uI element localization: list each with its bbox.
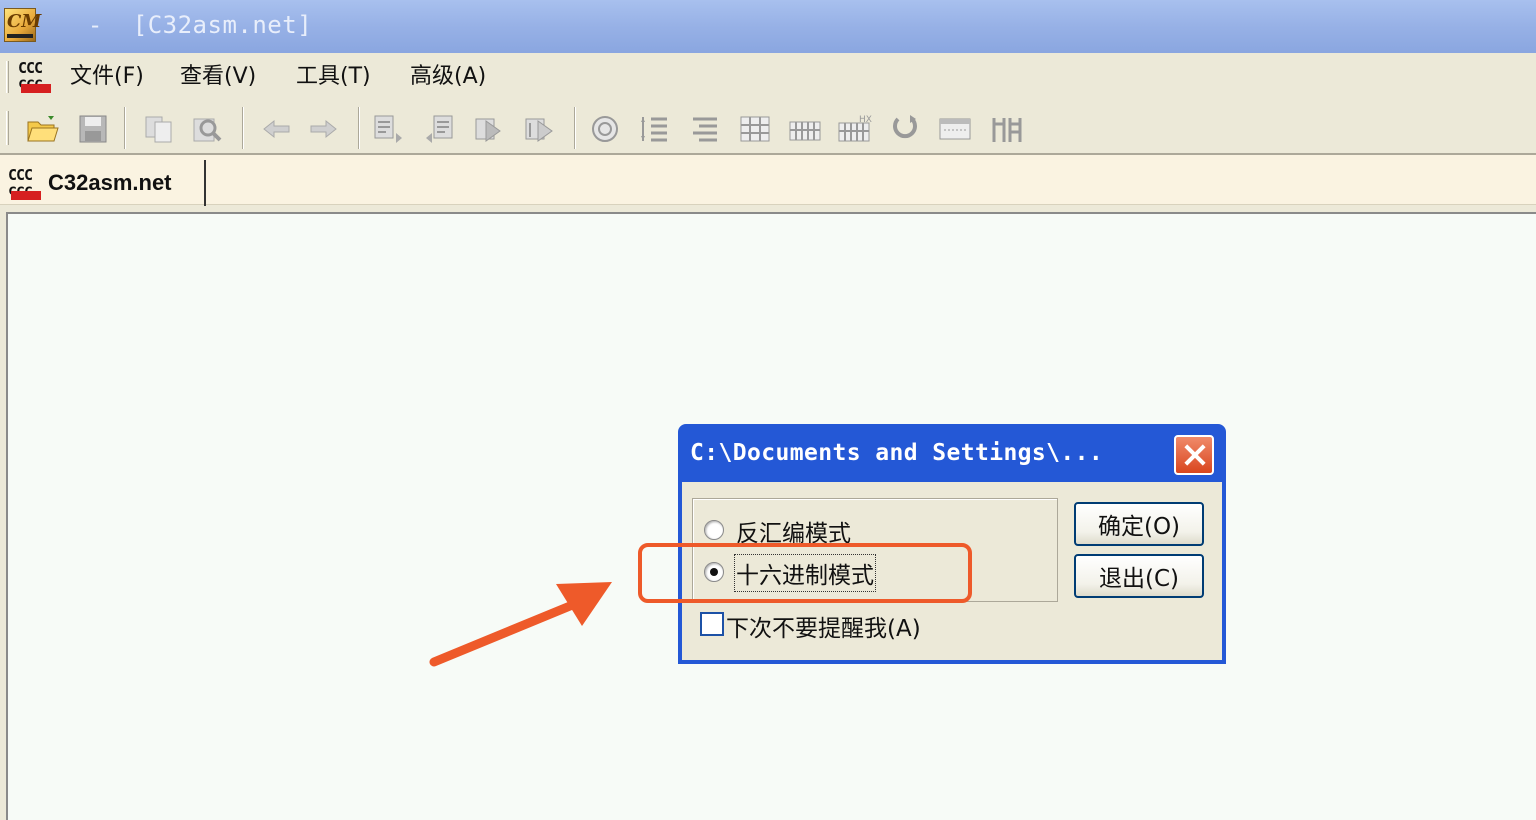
goto-icon[interactable]: [370, 111, 408, 147]
back-arrow-icon[interactable]: [258, 111, 296, 147]
screen: CM - [C32asm.net] CCC ccc 文件(F) 查看(V) 工具(…: [0, 0, 1536, 820]
columns-icon[interactable]: [988, 111, 1026, 147]
dont-remind-label[interactable]: 下次不要提醒我(A): [726, 609, 921, 643]
close-icon[interactable]: [1174, 435, 1214, 475]
menu-bar: CCC ccc 文件(F) 查看(V) 工具(T) 高级(A): [0, 53, 1536, 101]
window-title-bar: CM - [C32asm.net]: [0, 0, 1536, 53]
menu-view[interactable]: 查看(V): [180, 63, 256, 91]
toolbar-separator: [124, 107, 126, 149]
toolbar-empty-area: [1034, 101, 1536, 154]
save-icon[interactable]: [74, 111, 112, 147]
document-tab-strip: CCC ccc C32asm.net: [0, 155, 1536, 206]
ccc-logo-icon: CCC ccc: [8, 166, 44, 202]
list-align-icon[interactable]: [636, 111, 674, 147]
jump-icon[interactable]: [470, 111, 508, 147]
exit-button[interactable]: 退出(C): [1074, 554, 1204, 598]
dialog-title: C:\Documents and Settings\...: [690, 440, 1104, 466]
annotation-arrow-icon: [429, 582, 612, 667]
toolbar: HX: [0, 101, 1034, 154]
hex-grid-icon[interactable]: HX: [836, 111, 874, 147]
toolbar-separator: [358, 107, 360, 149]
menu-file[interactable]: 文件(F): [70, 63, 144, 91]
grid-icon[interactable]: [736, 111, 774, 147]
refresh-icon[interactable]: [886, 111, 924, 147]
menu-advanced[interactable]: 高级(A): [410, 63, 486, 91]
return-icon[interactable]: [420, 111, 458, 147]
forward-arrow-icon[interactable]: [304, 111, 342, 147]
disassembly-mode-radio[interactable]: [704, 520, 724, 540]
menu-tools[interactable]: 工具(T): [296, 63, 371, 91]
find-icon[interactable]: [188, 111, 226, 147]
dont-remind-checkbox[interactable]: [700, 612, 724, 636]
document-tab[interactable]: CCC ccc C32asm.net: [4, 160, 206, 206]
svg-text:HX: HX: [859, 115, 872, 125]
step-icon[interactable]: [520, 111, 558, 147]
ok-button[interactable]: 确定(O): [1074, 502, 1204, 546]
toolbar-separator: [242, 107, 244, 149]
table-icon[interactable]: [786, 111, 824, 147]
annotation-highlight-box: [638, 543, 972, 603]
document-tab-label: C32asm.net: [48, 170, 172, 195]
toolbar-grip[interactable]: [6, 111, 9, 145]
window-icon[interactable]: [936, 111, 974, 147]
list-indent-icon[interactable]: [686, 111, 724, 147]
cm-app-icon[interactable]: CM: [4, 8, 41, 42]
ccc-logo-icon[interactable]: CCC ccc: [18, 59, 54, 95]
toolbar-separator: [574, 107, 576, 149]
open-folder-icon[interactable]: [24, 111, 62, 147]
menu-grip[interactable]: [6, 61, 9, 93]
target-icon[interactable]: [586, 111, 624, 147]
window-title: - [C32asm.net]: [58, 11, 313, 39]
copy-icon[interactable]: [140, 111, 178, 147]
